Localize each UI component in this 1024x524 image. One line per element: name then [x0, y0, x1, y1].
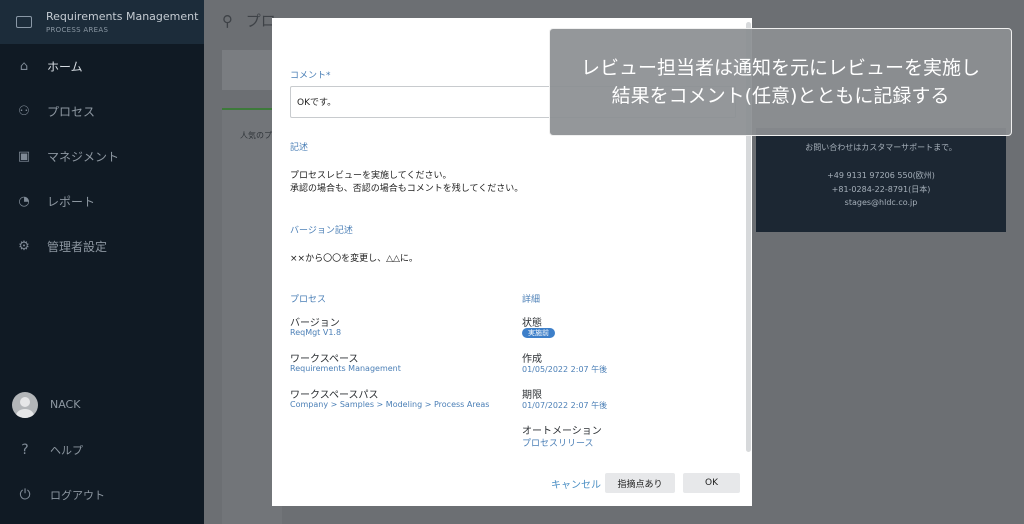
process-icon: ⚇: [18, 104, 30, 119]
sidebar-item-management[interactable]: ▣ マネジメント: [0, 134, 204, 179]
created-label: 作成: [522, 354, 542, 365]
sidebar: Requirements Management PROCESS AREAS ⌂ …: [0, 0, 204, 524]
support-phone-jp: +81-0284-22-8791(日本): [831, 185, 931, 194]
details-heading: 詳細: [522, 295, 541, 305]
logout-link[interactable]: ⏻ ログアウト: [0, 472, 204, 517]
sidebar-item-report[interactable]: ◔ レポート: [0, 179, 204, 224]
help-icon: ?: [21, 441, 29, 458]
folder-icon: [16, 16, 32, 28]
support-phone-eu: +49 9131 97206 550(欧州): [827, 171, 935, 180]
sidebar-item-label: ホーム: [47, 60, 83, 74]
created-value: 01/05/2022 2:07 午後: [522, 365, 608, 374]
workspace-label: ワークスペース: [290, 354, 359, 365]
version-label: バージョン: [290, 318, 340, 329]
ok-button[interactable]: OK: [683, 473, 740, 493]
due-label: 期限: [522, 390, 542, 401]
sidebar-item-label: プロセス: [47, 105, 96, 119]
power-icon: ⏻: [19, 486, 31, 503]
search-bar[interactable]: ⚲ プロ: [222, 10, 276, 31]
help-label: ヘルプ: [50, 443, 83, 457]
comment-label: コメント*: [290, 71, 331, 81]
home-icon: ⌂: [19, 59, 29, 74]
automation-value[interactable]: プロセスリリース: [522, 436, 594, 449]
flag-issue-button[interactable]: 指摘点あり: [605, 473, 675, 493]
search-icon: ⚲: [222, 12, 233, 30]
gear-icon: ⚙: [18, 239, 30, 254]
version-value[interactable]: ReqMgt V1.8: [290, 328, 341, 337]
support-panel: お問い合わせはカスタマーサポートまで。 +49 9131 97206 550(欧…: [756, 128, 1006, 232]
background-card: [222, 50, 277, 90]
callout-line-1: レビュー担当者は通知を元にレビューを実施し: [580, 57, 980, 79]
annotation-callout: レビュー担当者は通知を元にレビューを実施し 結果をコメント(任意)とともに記録す…: [549, 28, 1012, 136]
workspace-subtitle: PROCESS AREAS: [46, 26, 109, 34]
report-icon: ◔: [18, 194, 30, 209]
cancel-button[interactable]: キャンセル: [551, 476, 601, 491]
status-badge: 実施前: [522, 328, 555, 338]
workspace-path-value[interactable]: Company > Samples > Modeling > Process A…: [290, 400, 489, 409]
sidebar-item-label: 管理者設定: [47, 240, 108, 254]
sidebar-item-home[interactable]: ⌂ ホーム: [0, 44, 204, 89]
description-line-2: 承認の場合も、否認の場合もコメントを残してください。: [290, 184, 524, 194]
callout-line-2: 結果をコメント(任意)とともに記録する: [611, 85, 950, 107]
process-heading: プロセス: [290, 295, 327, 305]
sidebar-item-process[interactable]: ⚇ プロセス: [0, 89, 204, 134]
description-label: 記述: [290, 143, 309, 153]
sidebar-item-admin[interactable]: ⚙ 管理者設定: [0, 224, 204, 269]
comment-value: OKです。: [297, 98, 337, 108]
status-label: 状態: [522, 318, 542, 329]
sidebar-item-label: マネジメント: [47, 150, 120, 164]
sidebar-bottom: NACK ? ヘルプ ⏻ ログアウト: [0, 382, 204, 517]
user-name: NACK: [50, 398, 81, 411]
user-profile[interactable]: NACK: [0, 382, 204, 427]
avatar: [12, 391, 38, 418]
description-line-1: プロセスレビューを実施してください。: [290, 171, 452, 181]
sidebar-nav: ⌂ ホーム ⚇ プロセス ▣ マネジメント ◔ レポート ⚙ 管理者設定: [0, 44, 204, 269]
management-icon: ▣: [17, 149, 31, 164]
logout-label: ログアウト: [50, 488, 105, 502]
due-value: 01/07/2022 2:07 午後: [522, 401, 608, 410]
version-description-label: バージョン記述: [290, 226, 353, 236]
workspace-header-text: Requirements Management PROCESS AREAS: [46, 10, 198, 34]
workspace-title: Requirements Management: [46, 10, 199, 23]
popular-panel-heading: 人気のプ: [240, 131, 272, 140]
workspace-header[interactable]: Requirements Management PROCESS AREAS: [0, 0, 204, 44]
workspace-value[interactable]: Requirements Management: [290, 364, 401, 373]
automation-label: オートメーション: [522, 426, 602, 437]
support-email: stages@hldc.co.jp: [844, 198, 918, 207]
help-link[interactable]: ? ヘルプ: [0, 427, 204, 472]
version-description-text: ××から〇〇を変更し、△△に。: [290, 254, 418, 264]
support-text: お問い合わせはカスタマーサポートまで。: [805, 143, 957, 152]
workspace-path-label: ワークスペースパス: [290, 390, 379, 401]
sidebar-item-label: レポート: [47, 195, 96, 209]
